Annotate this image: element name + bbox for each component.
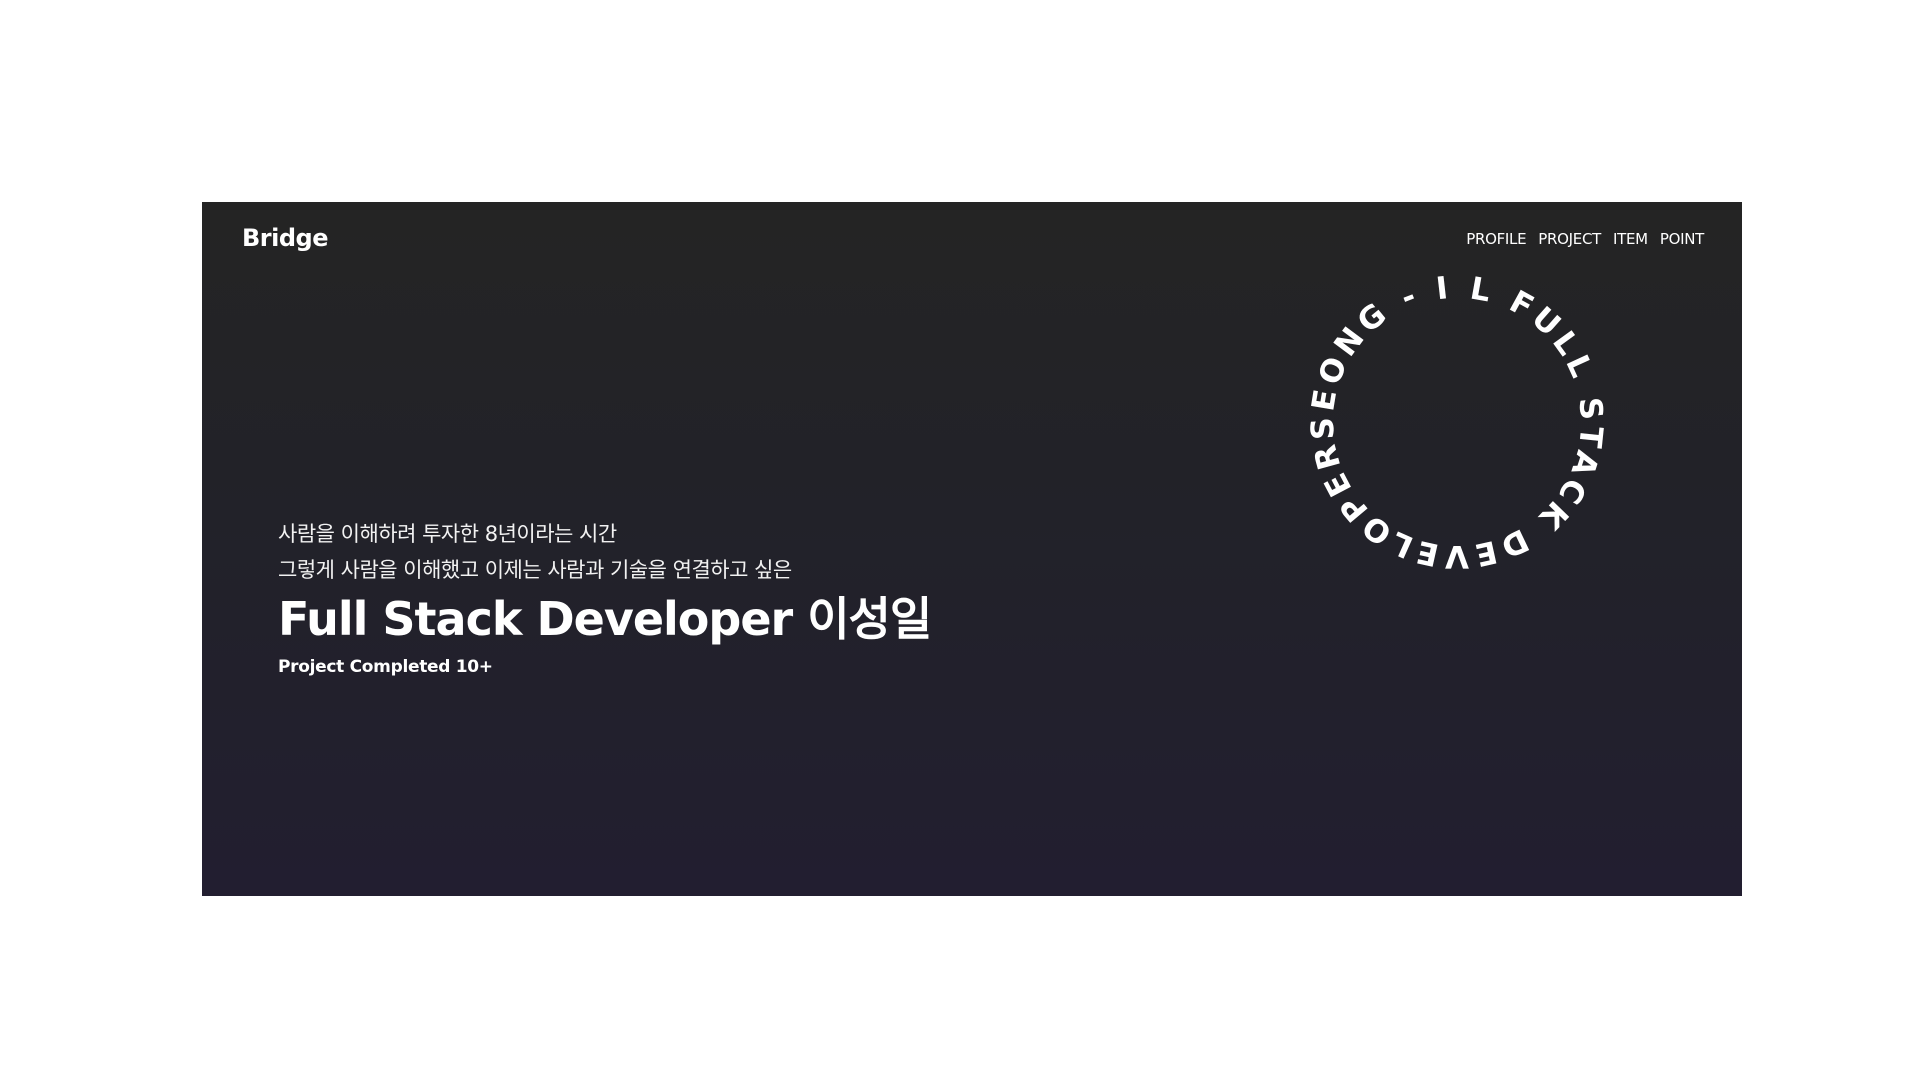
rotating-text-badge: SEONG - I L FULL STACK DEVELOPER [1307, 272, 1607, 572]
hero-headline: Full Stack Developer 이성일 [278, 592, 932, 646]
hero-subtitle-line-2: 그렇게 사람을 이해했고 이제는 사람과 기술을 연결하고 싶은 [278, 558, 792, 582]
nav-item-point[interactable]: POINT [1660, 230, 1704, 248]
nav-item-project[interactable]: PROJECT [1538, 230, 1601, 248]
hero-section: Bridge PROFILE PROJECT ITEM POINT 사람을 이해… [202, 202, 1742, 896]
nav-item-profile[interactable]: PROFILE [1466, 230, 1526, 248]
badge-text: SEONG - I L FULL STACK DEVELOPER [1307, 272, 1607, 572]
nav-item-item[interactable]: ITEM [1613, 230, 1648, 248]
main-nav: PROFILE PROJECT ITEM POINT [1466, 230, 1704, 248]
badge-text-path: SEONG - I L FULL STACK DEVELOPER [1307, 272, 1607, 572]
hero-copy: 사람을 이해하려 투자한 8년이라는 시간 그렇게 사람을 이해했고 이제는 사… [278, 516, 932, 680]
hero-subtitle-line-1: 사람을 이해하려 투자한 8년이라는 시간 [278, 522, 617, 546]
project-count: Project Completed 10+ [278, 657, 493, 677]
logo[interactable]: Bridge [242, 224, 329, 252]
